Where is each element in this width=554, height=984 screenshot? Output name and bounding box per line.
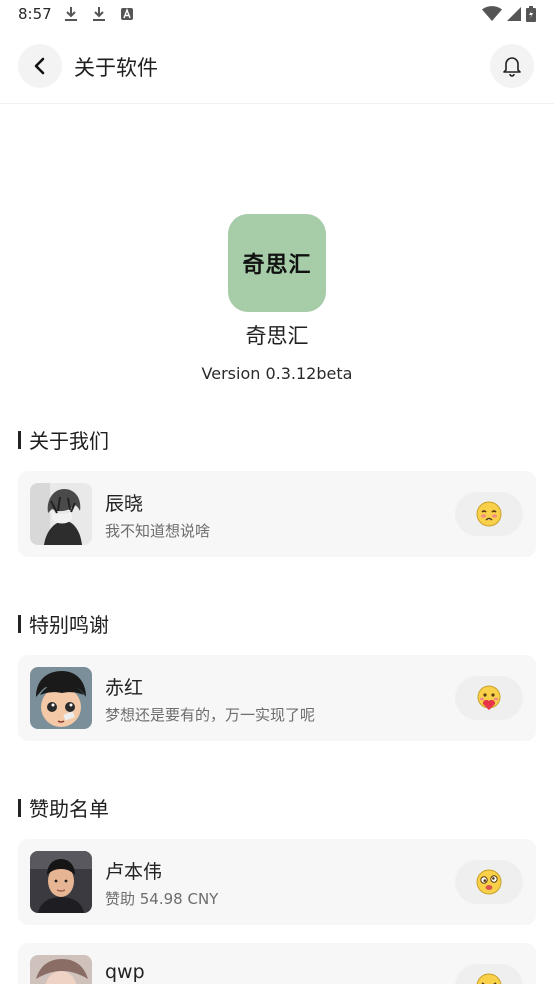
- top-app-bar: 关于软件: [0, 30, 554, 104]
- avatar: [30, 955, 92, 984]
- app-name: 奇思汇: [245, 324, 309, 348]
- bell-icon: [503, 57, 521, 77]
- dizzy-face-icon: [476, 869, 502, 895]
- download-icon: [93, 7, 105, 21]
- avatar: [30, 483, 92, 545]
- signal-icon: [507, 7, 521, 21]
- page-title: 关于软件: [74, 56, 158, 80]
- section-title-about-us: 关于我们: [18, 425, 109, 454]
- sponsor-card-qwp[interactable]: qwp: [18, 943, 536, 984]
- app-logo-text: 奇思汇: [242, 252, 312, 278]
- member-name: 赤红: [105, 677, 144, 699]
- member-name: 辰晓: [105, 493, 144, 515]
- status-notification-icons: [64, 6, 134, 22]
- app-version: Version 0.3.12beta: [201, 364, 353, 383]
- status-bar: 8:57: [0, 0, 554, 30]
- download-icon: [65, 7, 77, 21]
- section-title-special-thanks: 特别鸣谢: [18, 609, 109, 638]
- sponsor-name: qwp: [105, 961, 145, 983]
- laughing-face-icon: [476, 973, 502, 984]
- a-icon: [121, 8, 133, 20]
- status-time: 8:57: [18, 5, 52, 23]
- app-logo: 奇思汇: [228, 214, 326, 312]
- back-button[interactable]: [18, 44, 62, 88]
- section-title-text: 特别鸣谢: [29, 613, 109, 637]
- section-title-sponsors: 赞助名单: [18, 793, 109, 822]
- section-marker: [18, 614, 21, 633]
- emoji-button[interactable]: [455, 676, 523, 720]
- section-marker: [18, 798, 21, 817]
- member-card-chenxiao[interactable]: 辰晓 我不知道想说啥: [18, 471, 536, 557]
- avatar: [30, 667, 92, 729]
- status-system-icons: [482, 6, 536, 22]
- shy-face-icon: [476, 501, 502, 527]
- sponsor-name: 卢本伟: [105, 861, 163, 883]
- sponsor-card-lubenwei[interactable]: 卢本伟 赞助 54.98 CNY: [18, 839, 536, 925]
- section-title-text: 赞助名单: [29, 797, 109, 821]
- wifi-icon: [482, 6, 502, 21]
- avatar: [30, 851, 92, 913]
- notification-button[interactable]: [490, 44, 534, 88]
- member-card-chihong[interactable]: 赤红 梦想还是要有的，万一实现了呢: [18, 655, 536, 741]
- member-desc: 我不知道想说啥: [105, 522, 211, 540]
- heart-face-icon: [477, 685, 501, 710]
- member-desc: 梦想还是要有的，万一实现了呢: [105, 706, 316, 724]
- sponsor-amount: 赞助 54.98 CNY: [105, 890, 219, 908]
- chevron-left-icon: [34, 57, 45, 75]
- section-title-text: 关于我们: [29, 429, 109, 453]
- emoji-button[interactable]: [455, 492, 523, 536]
- battery-icon: [526, 6, 536, 22]
- section-marker: [18, 430, 21, 449]
- emoji-button[interactable]: [455, 964, 523, 984]
- emoji-button[interactable]: [455, 860, 523, 904]
